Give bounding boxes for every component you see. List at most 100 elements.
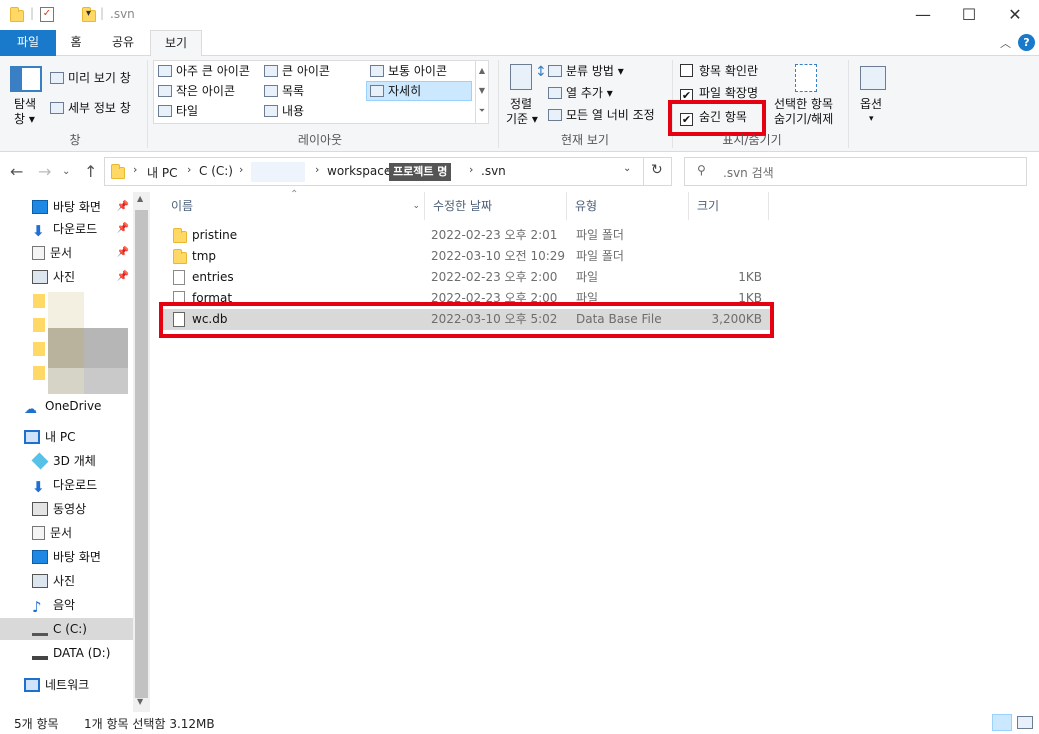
column-size[interactable]: 크기: [689, 192, 769, 220]
nav-documents[interactable]: 문서: [0, 522, 133, 544]
collapse-ribbon-icon[interactable]: ︿: [1000, 35, 1011, 51]
sort-by-label[interactable]: 정렬: [510, 96, 532, 112]
recent-locations-icon[interactable]: ⌄: [62, 166, 70, 177]
layout-small-icons[interactable]: 작은 아이콘: [158, 83, 235, 99]
nav-quick-documents[interactable]: 문서 📌: [0, 242, 133, 264]
column-date[interactable]: 수정한 날짜: [425, 192, 567, 220]
separator: |: [30, 6, 35, 20]
nav-this-pc[interactable]: 내 PC: [0, 426, 133, 448]
maximize-button[interactable]: ☐: [946, 0, 992, 30]
item-checkboxes-toggle[interactable]: 항목 확인란: [680, 63, 758, 79]
layout-details[interactable]: 자세히: [370, 83, 421, 99]
nav-d-drive[interactable]: DATA (D:): [0, 642, 133, 664]
hide-selected-label2[interactable]: 숨기기/해제: [774, 111, 833, 127]
list-item[interactable]: entries 2022-02-23 오후 2:00 파일 1KB: [163, 267, 770, 288]
refresh-icon[interactable]: ↻: [651, 162, 663, 178]
layout-large-icons[interactable]: 큰 아이콘: [264, 63, 330, 79]
file-date: 2022-03-10 오전 10:29: [431, 249, 566, 263]
back-icon[interactable]: ←: [10, 162, 23, 181]
layout-list[interactable]: 목록: [264, 83, 304, 99]
details-pane-button[interactable]: 세부 정보 창: [50, 100, 131, 116]
nav-onedrive[interactable]: ☁ OneDrive: [0, 395, 133, 417]
layout-medium-icons[interactable]: 보통 아이콘: [370, 63, 447, 79]
nav-scroll-thumb[interactable]: [135, 210, 148, 698]
forward-icon[interactable]: →: [38, 162, 51, 181]
crumb-c-drive[interactable]: C (C:): [199, 164, 233, 178]
options-label[interactable]: 옵션: [860, 96, 882, 112]
close-button[interactable]: ✕: [992, 0, 1038, 30]
column-type[interactable]: 유형: [567, 192, 689, 220]
navigation-pane-icon[interactable]: [10, 66, 42, 92]
large-icons-view-icon[interactable]: [1017, 716, 1033, 729]
crumb-separator[interactable]: ›: [315, 163, 319, 176]
list-item[interactable]: pristine 2022-02-23 오후 2:01 파일 폴더: [163, 225, 770, 246]
hide-selected-icon[interactable]: [795, 64, 817, 92]
tab-file[interactable]: 파일: [0, 30, 56, 56]
nav-pictures[interactable]: 사진: [0, 570, 133, 592]
customize-qat-icon[interactable]: ▾: [86, 8, 91, 19]
nav-3d-objects[interactable]: 3D 개체: [0, 450, 133, 472]
file-name[interactable]: entries: [192, 267, 234, 288]
preview-pane-button[interactable]: 미리 보기 창: [50, 70, 131, 86]
nav-videos[interactable]: 동영상: [0, 498, 133, 520]
size-columns-button[interactable]: 모든 열 너비 조정: [548, 107, 655, 123]
nav-c-drive[interactable]: C (C:): [0, 618, 133, 640]
layout-tiles[interactable]: 타일: [158, 103, 198, 119]
item-checkboxes-checkbox[interactable]: [680, 64, 693, 77]
layout-content[interactable]: 내용: [264, 103, 304, 119]
desktop-icon: [32, 200, 48, 214]
crumb-separator[interactable]: ›: [133, 163, 137, 176]
sort-by-icon[interactable]: [510, 64, 532, 90]
nav-quick-desktop[interactable]: 바탕 화면 📌: [0, 196, 133, 218]
list-item[interactable]: tmp 2022-03-10 오전 10:29 파일 폴더: [163, 246, 770, 267]
up-icon[interactable]: ↑: [84, 162, 97, 181]
nav-pane-label2[interactable]: 창 ▾: [14, 111, 35, 127]
details-view-icon[interactable]: [992, 714, 1012, 731]
nav-downloads[interactable]: ⬇ 다운로드: [0, 474, 133, 496]
crumb-redacted[interactable]: [251, 162, 305, 182]
nav-quick-downloads[interactable]: ⬇ 다운로드 📌: [0, 218, 133, 240]
group-by-button[interactable]: 분류 방법 ▾: [548, 63, 624, 79]
address-divider: [643, 158, 644, 185]
tab-view[interactable]: 보기: [150, 30, 202, 57]
crumb-separator[interactable]: ›: [187, 163, 191, 176]
nav-pane-label[interactable]: 탐색: [14, 96, 36, 112]
pictures-icon: [32, 270, 48, 284]
scroll-down-icon[interactable]: ▼: [137, 697, 143, 706]
window-title: .svn: [110, 7, 135, 21]
scroll-up-icon[interactable]: ▲: [137, 194, 143, 203]
layout-extra-large-icons[interactable]: 아주 큰 아이콘: [158, 63, 250, 79]
options-dropdown-icon[interactable]: ▾: [869, 111, 874, 127]
minimize-button[interactable]: —: [900, 0, 946, 30]
file-name[interactable]: pristine: [192, 225, 237, 246]
nav-quick-pictures[interactable]: 사진 📌: [0, 266, 133, 288]
column-header: 이름 ⌄ ⌃ 수정한 날짜 유형 크기: [155, 189, 775, 220]
nav-desktop[interactable]: 바탕 화면: [0, 546, 133, 568]
crumb-separator[interactable]: ›: [469, 163, 473, 176]
tab-share[interactable]: 공유: [98, 30, 148, 56]
gallery-scroll[interactable]: ▲ ▼ ⏷: [475, 61, 488, 123]
crumb-separator[interactable]: ›: [239, 163, 243, 176]
help-icon[interactable]: ?: [1018, 34, 1035, 51]
address-bar[interactable]: › 내 PC › C (C:) › › workspace › 프로젝트 명 ›…: [104, 157, 672, 186]
group-by-icon: [548, 65, 562, 77]
chevron-down-icon[interactable]: ⌄: [412, 192, 420, 220]
crumb-workspace[interactable]: workspace: [327, 164, 391, 178]
file-name[interactable]: tmp: [192, 246, 216, 267]
address-dropdown-icon[interactable]: ⌄: [623, 163, 631, 174]
nav-network[interactable]: 네트워크: [0, 674, 133, 696]
nav-music[interactable]: ♪ 음악: [0, 594, 133, 616]
properties-icon[interactable]: ✓: [40, 7, 54, 22]
sort-by-label2[interactable]: 기준 ▾: [506, 111, 538, 127]
video-icon: [32, 502, 48, 516]
tab-home[interactable]: 홈: [58, 30, 94, 56]
file-date: 2022-02-23 오후 2:00: [431, 270, 558, 284]
crumb-project-name[interactable]: 프로젝트 명: [389, 163, 452, 181]
options-icon[interactable]: [860, 66, 886, 90]
search-input[interactable]: .svn 검색: [723, 164, 774, 181]
add-columns-button[interactable]: 열 추가 ▾: [548, 85, 613, 101]
hide-selected-label[interactable]: 선택한 항목: [774, 96, 833, 112]
crumb-svn[interactable]: .svn: [481, 164, 506, 178]
search-box[interactable]: ⚲ .svn 검색: [684, 157, 1027, 186]
crumb-my-pc[interactable]: 내 PC: [147, 164, 177, 181]
